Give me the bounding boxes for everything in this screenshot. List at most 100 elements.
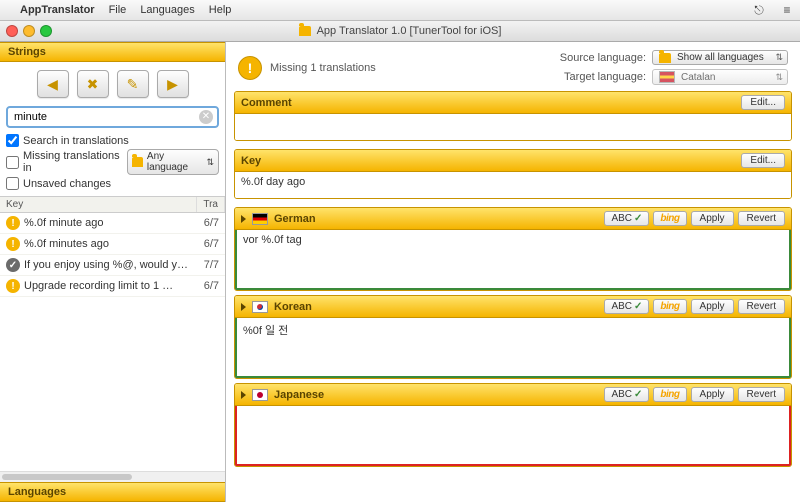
flag-icon [252,389,268,401]
flag-icon [659,71,675,83]
missing-in-label: Missing translations in [23,150,123,174]
disclosure-triangle-icon[interactable] [241,391,246,399]
warning-icon: ! [6,216,20,230]
sidebar: Strings ◀ ✖ ✎ ▶ ✕ Search in translations… [0,42,226,502]
comment-section: Comment Edit... [234,91,792,141]
spellcheck-button[interactable]: ABC✓ [604,299,649,314]
check-icon: ✓ [6,258,20,272]
comment-title: Comment [241,97,292,109]
prev-button[interactable]: ◀ [37,70,69,98]
translation-section-japanese: Japanese ABC✓ bing Apply Revert [234,383,792,467]
project-icon [299,26,311,36]
main-panel: ! Missing 1 translations Source language… [226,42,800,502]
search-field[interactable]: ✕ [6,106,219,128]
apply-button[interactable]: Apply [691,211,734,226]
search-in-translations-label: Search in translations [23,135,129,147]
flag-icon [252,213,268,225]
key-edit-button[interactable]: Edit... [741,153,785,168]
search-input[interactable] [12,109,199,125]
row-count: 6/7 [189,238,219,250]
disclosure-triangle-icon[interactable] [241,303,246,311]
source-language-label: Source language: [560,52,646,64]
unsaved-checkbox[interactable] [6,177,19,190]
revert-button[interactable]: Revert [738,387,785,402]
translation-body[interactable]: %0f 일 전 [235,318,791,378]
strings-panel-header[interactable]: Strings [0,42,225,62]
chevron-updown-icon: ⇅ [775,52,783,63]
apply-button[interactable]: Apply [691,299,734,314]
missing-in-checkbox[interactable] [6,156,19,169]
revert-button[interactable]: Revert [738,211,785,226]
menu-file[interactable]: File [109,4,127,16]
row-count: 6/7 [189,280,219,292]
next-button[interactable]: ▶ [157,70,189,98]
app-menu[interactable]: AppTranslator [20,4,95,16]
apply-button[interactable]: Apply [691,387,734,402]
row-key: %.0f minutes ago [24,238,189,250]
key-title: Key [241,155,261,167]
row-key: Upgrade recording limit to 1 … [24,280,189,292]
bing-translate-button[interactable]: bing [653,211,686,226]
col-translations[interactable]: Tra [197,197,225,212]
bing-translate-button[interactable]: bing [653,387,686,402]
menuextra-icon[interactable]: ≡ [780,3,794,17]
system-menubar: AppTranslator File Languages Help ⎋ ≡ [0,0,800,21]
bing-translate-button[interactable]: bing [653,299,686,314]
translation-section-german: German ABC✓ bing Apply Revert vor %.0f tag [234,207,792,291]
edit-button[interactable]: ✎ [117,70,149,98]
warning-icon: ! [6,279,20,293]
flag-icon [252,301,268,313]
key-section: Key Edit... %.0f day ago [234,149,792,199]
unsaved-label: Unsaved changes [23,178,111,190]
zoom-button[interactable] [40,25,52,37]
translation-body[interactable] [235,406,791,466]
lang-name: Korean [274,301,312,313]
minimize-button[interactable] [23,25,35,37]
row-count: 7/7 [189,259,219,271]
table-row[interactable]: ! %.0f minute ago6/7 [0,213,225,234]
lang-name: German [274,213,316,225]
row-count: 6/7 [189,217,219,229]
menu-languages[interactable]: Languages [140,4,194,16]
scrollbar-thumb[interactable] [2,474,132,480]
table-row[interactable]: ✓ If you enjoy using %@, would y…7/7 [0,255,225,276]
disclosure-triangle-icon[interactable] [241,215,246,223]
missing-text: Missing 1 translations [270,62,376,74]
missing-in-select[interactable]: Any language⇅ [127,149,219,175]
strings-table-body: !%.0f minute ago6/7!%.0f minutes ago6/7✓… [0,213,225,471]
window-title: App Translator 1.0 [TunerTool for iOS] [317,25,502,37]
source-language-select[interactable]: Show all languages⇅ [652,50,788,65]
spellcheck-button[interactable]: ABC✓ [604,387,649,402]
comment-edit-button[interactable]: Edit... [741,95,785,110]
languages-panel-header[interactable]: Languages [0,482,225,502]
target-language-select[interactable]: Catalan⇅ [652,69,788,85]
spellcheck-button[interactable]: ABC✓ [604,211,649,226]
chevron-updown-icon: ⇅ [775,72,783,83]
menu-help[interactable]: Help [209,4,232,16]
revert-button[interactable]: Revert [738,299,785,314]
col-key[interactable]: Key [0,197,197,212]
close-button[interactable] [6,25,18,37]
table-row[interactable]: ! Upgrade recording limit to 1 …6/7 [0,276,225,297]
comment-body [235,114,791,140]
warning-icon: ! [238,56,262,80]
search-in-translations-checkbox[interactable] [6,134,19,147]
horizontal-scrollbar[interactable] [0,471,225,482]
sidebar-toolbar: ◀ ✖ ✎ ▶ [0,62,225,106]
translation-section-korean: Korean ABC✓ bing Apply Revert %0f 일 전 [234,295,792,379]
target-language-label: Target language: [564,71,646,83]
missing-translations-notice: ! Missing 1 translations [238,56,376,80]
row-key: %.0f minute ago [24,217,189,229]
chevron-updown-icon: ⇅ [206,157,214,168]
lang-name: Japanese [274,389,324,401]
menuextra-icon[interactable]: ⎋ [752,3,766,18]
delete-button[interactable]: ✖ [77,70,109,98]
warning-icon: ! [6,237,20,251]
table-row[interactable]: ! %.0f minutes ago6/7 [0,234,225,255]
window-controls [6,25,52,37]
folder-icon [659,53,671,63]
clear-search-icon[interactable]: ✕ [199,110,213,124]
strings-table-header: Key Tra [0,196,225,213]
translation-body[interactable]: vor %.0f tag [235,230,791,290]
row-key: If you enjoy using %@, would y… [24,259,189,271]
